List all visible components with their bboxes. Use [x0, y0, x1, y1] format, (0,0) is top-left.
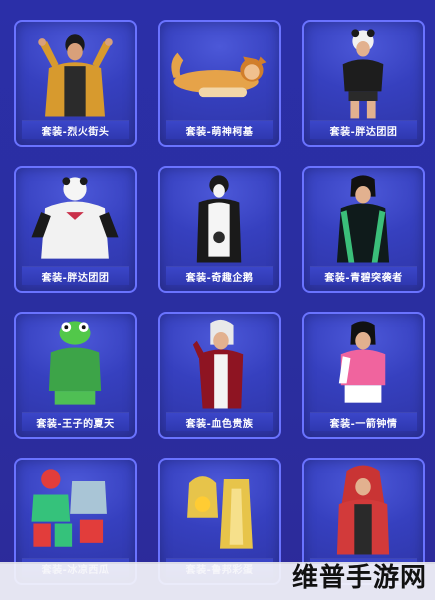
outfit-character-image: [336, 175, 390, 263]
outfit-label: 套装-萌神柯基: [166, 120, 273, 139]
outfit-card[interactable]: 套装-胖达团团: [14, 166, 137, 293]
outfit-label: 套装-烈火街头: [22, 120, 129, 139]
outfit-card[interactable]: 套装-萌神柯基: [158, 20, 281, 147]
outfit-character-image: [31, 177, 119, 259]
outfit-grid: 套装-烈火街头 套装-萌神柯基 套装-胖达团团 套装-胖达团团 套装-奇趣企鹅 …: [0, 0, 435, 600]
outfit-card[interactable]: 套装-胖达团团: [302, 20, 425, 147]
outfit-label: 套装-血色贵族: [166, 412, 273, 431]
outfit-card[interactable]: 套装-奇趣企鹅: [158, 166, 281, 293]
outfit-character-image: [171, 52, 267, 98]
outfit-character-image: [192, 319, 244, 409]
outfit-character-image: [342, 29, 384, 119]
outfit-label: 套装-青碧突袭者: [310, 266, 417, 285]
outfit-card[interactable]: 套装-血色贵族: [158, 312, 281, 439]
outfit-label: 套装-胖达团团: [310, 120, 417, 139]
outfit-label: 套装-奇趣企鹅: [166, 266, 273, 285]
outfit-label: 套装-王子的夏天: [22, 412, 129, 431]
outfit-character-image: [38, 34, 113, 117]
outfit-character-image: [196, 175, 242, 263]
outfit-character-image: [31, 469, 107, 547]
outfit-character-image: [48, 321, 102, 405]
outfit-label: 套装-一箭钟情: [310, 412, 417, 431]
outfit-character-image: [338, 321, 386, 403]
outfit-character-image: [187, 476, 253, 549]
outfit-card[interactable]: 套装-王子的夏天: [14, 312, 137, 439]
watermark-text: 维普手游网: [291, 563, 427, 593]
watermark-bar: 维普手游网: [0, 562, 435, 600]
outfit-card[interactable]: 套装-一箭钟情: [302, 312, 425, 439]
outfit-card[interactable]: 套装-烈火街头: [14, 20, 137, 147]
outfit-label: 套装-胖达团团: [22, 266, 129, 285]
outfit-character-image: [336, 465, 390, 555]
outfit-card[interactable]: 套装-青碧突袭者: [302, 166, 425, 293]
